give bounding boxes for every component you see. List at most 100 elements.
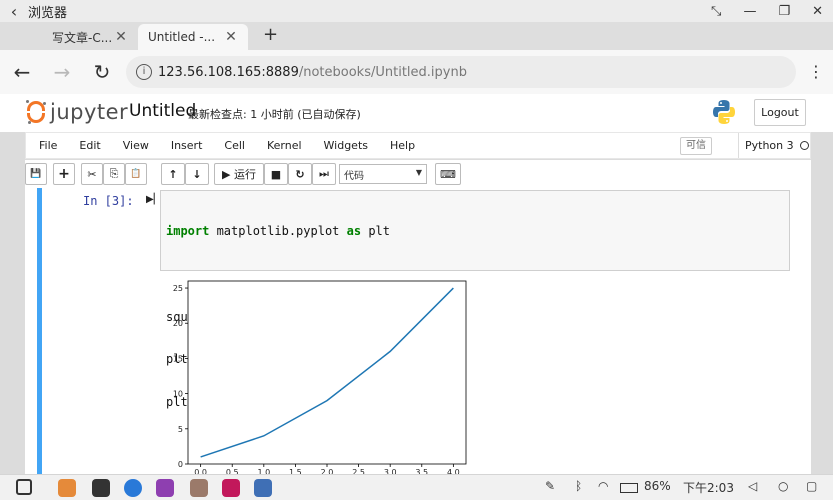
site-info-icon[interactable]: i (136, 64, 152, 80)
notebook-name[interactable]: Untitled (129, 101, 196, 121)
cat-app-icon[interactable] (222, 479, 240, 497)
menu-cell[interactable]: Cell (224, 139, 245, 152)
expand-icon[interactable]: ⤡ (711, 4, 721, 19)
tab-label: Untitled -... (148, 30, 216, 44)
save-button[interactable]: 💾 (25, 163, 47, 185)
menu-help[interactable]: Help (390, 139, 415, 152)
window-title: 浏览器 (28, 5, 68, 21)
kernel-indicator: Python 3 (738, 133, 809, 158)
code-editor[interactable]: import matplotlib.pyplot as plt squares … (160, 190, 790, 409)
y-tick-label: 25 (173, 284, 183, 293)
menu-widgets[interactable]: Widgets (324, 139, 368, 152)
close-window-icon[interactable]: ✕ (812, 4, 823, 19)
bluetooth-icon[interactable]: ᛒ (575, 479, 582, 493)
forward-arrow-icon[interactable]: → (50, 60, 74, 84)
cell-type-select[interactable]: 代码 ▼ (339, 164, 427, 184)
browser-menu-icon[interactable]: ⋮ (808, 62, 824, 81)
nav-home-icon[interactable]: ○ (778, 479, 788, 493)
menu-insert[interactable]: Insert (171, 139, 203, 152)
restart-button[interactable]: ↻ (288, 163, 312, 185)
notebook-toolbar: 💾 + ✂ ⎘ 📋 ↑ ↓ ▶ 运行 ■ ↻ ⏭ 代码 ▼ ⌨ (25, 160, 811, 188)
plot-output: 0 5 10 15 20 25 0.0 0.5 1.0 1.5 2.0 2.5 3.0 3.5 4.0 (160, 280, 480, 474)
logout-button[interactable]: Logout (754, 99, 806, 126)
restart-icon: ↻ (295, 167, 305, 181)
plus-icon: + (58, 166, 70, 182)
copy-icon: ⎘ (109, 167, 119, 180)
jupyter-header: jupyter Untitled 最新检查点: 1 小时前 (已自动保存) Lo… (0, 94, 833, 132)
reload-icon[interactable]: ↻ (90, 60, 114, 84)
stop-icon: ■ (270, 167, 282, 181)
restore-icon[interactable]: ❐ (778, 4, 790, 19)
python-logo-icon (713, 100, 735, 124)
back-chevron-icon[interactable]: ‹ (0, 2, 28, 21)
minimize-icon[interactable]: — (743, 4, 756, 19)
tab-untitled[interactable]: Untitled -... ✕ (138, 24, 248, 50)
paste-button[interactable]: 📋 (125, 163, 147, 185)
browser-app-icon[interactable] (124, 479, 142, 497)
line-chart: 05101520250.0 0.5 1.0 1.5 2.0 2.5 3.0 3.5 4.0 (173, 280, 467, 474)
tab-close-icon[interactable]: ✕ (224, 29, 238, 45)
window-controls: ⤡ — ❐ ✕ (711, 0, 823, 22)
move-up-button[interactable]: ↑ (161, 163, 185, 185)
arrow-down-icon: ↓ (192, 167, 202, 181)
chevron-down-icon: ▼ (415, 168, 422, 177)
terminal-icon[interactable] (92, 479, 110, 497)
app-grid-icon[interactable] (16, 479, 32, 495)
store-icon[interactable] (190, 479, 208, 497)
menu-kernel[interactable]: Kernel (267, 139, 302, 152)
tab-close-icon[interactable]: ✕ (114, 29, 128, 45)
selected-cell-indicator (37, 188, 42, 474)
nav-recents-icon[interactable]: ▢ (806, 479, 817, 493)
run-label: ▶ 运行 (222, 168, 256, 181)
clock: 下午2:03 (683, 481, 734, 495)
scissors-icon: ✂ (87, 167, 97, 181)
interrupt-button[interactable]: ■ (264, 163, 288, 185)
fast-forward-icon: ⏭ (319, 167, 329, 180)
address-bar[interactable]: i 123.56.108.165:8889 /notebooks/Untitle… (126, 56, 796, 88)
y-tick-label: 15 (173, 354, 183, 363)
kernel-name: Python 3 (745, 139, 794, 152)
system-taskbar: ✎ ᛒ ◠ 86% 下午2:03 ◁ ○ ▢ (0, 474, 833, 500)
menu-file[interactable]: File (39, 139, 57, 152)
move-down-button[interactable]: ↓ (185, 163, 209, 185)
notebook-menubar: File Edit View Insert Cell Kernel Widget… (25, 132, 811, 159)
onenote-icon[interactable] (156, 479, 174, 497)
tab-write-article[interactable]: 写文章-C... ✕ (42, 24, 138, 50)
trusted-indicator[interactable]: 可信 (680, 137, 712, 155)
notebook-container: In [3]: ▶▏ import matplotlib.pyplot as p… (25, 188, 811, 474)
url-path: /notebooks/Untitled.ipynb (298, 64, 467, 80)
new-tab-button[interactable]: + (263, 24, 278, 45)
python-app-icon[interactable] (254, 479, 272, 497)
code-line: import matplotlib.pyplot as plt (166, 224, 390, 239)
back-arrow-icon[interactable]: ← (10, 60, 34, 84)
jupyter-logo-text: jupyter (50, 100, 129, 124)
app-icon[interactable] (58, 479, 76, 497)
copy-button[interactable]: ⎘ (103, 163, 125, 185)
y-tick-label: 5 (178, 425, 183, 434)
menu-edit[interactable]: Edit (79, 139, 100, 152)
cell-type-value: 代码 (344, 170, 364, 182)
arrow-up-icon: ↑ (168, 167, 178, 181)
checkpoint-status: 最新检查点: 1 小时前 (已自动保存) (188, 108, 361, 121)
nav-back-icon[interactable]: ◁ (748, 479, 757, 493)
battery-icon (620, 483, 638, 493)
tab-label: 写文章-C... (52, 30, 113, 45)
kernel-status-icon (799, 141, 809, 150)
window-titlebar: ‹ 浏览器 ⤡ — ❐ ✕ (0, 0, 833, 22)
save-icon: 💾 (30, 169, 42, 179)
input-prompt: In [3]: (83, 194, 134, 208)
pen-icon[interactable]: ✎ (545, 479, 555, 493)
y-tick-label: 10 (173, 390, 183, 399)
insert-cell-button[interactable]: + (53, 163, 75, 185)
menu-view[interactable]: View (123, 139, 149, 152)
command-palette-button[interactable]: ⌨ (435, 163, 461, 185)
restart-run-all-button[interactable]: ⏭ (312, 163, 336, 185)
wifi-icon[interactable]: ◠ (598, 479, 608, 493)
tab-strip: 写文章-C... ✕ Untitled -... ✕ (0, 22, 833, 50)
y-tick-label: 0 (178, 460, 183, 469)
jupyter-logo[interactable]: jupyter (26, 100, 128, 124)
url-host: 123.56.108.165:8889 (158, 64, 299, 80)
run-button[interactable]: ▶ 运行 (214, 163, 264, 185)
cut-button[interactable]: ✂ (81, 163, 103, 185)
battery-level: 86% (644, 479, 671, 493)
